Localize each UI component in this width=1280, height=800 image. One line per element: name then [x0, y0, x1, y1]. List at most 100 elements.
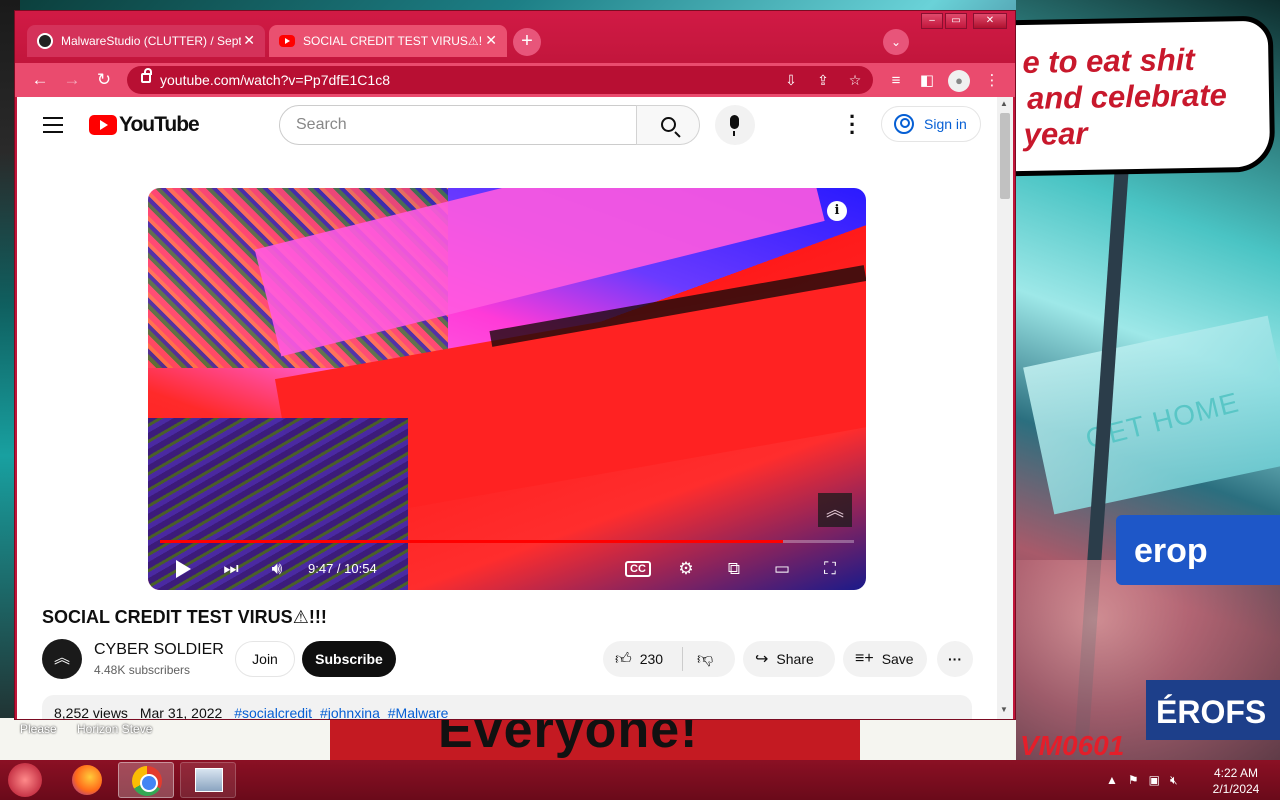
- taskbar-chrome[interactable]: [118, 762, 174, 798]
- desktop-icon-label[interactable]: Horizon Steve: [77, 722, 152, 736]
- back-arrow-icon[interactable]: ←: [29, 69, 51, 91]
- captions-label: CC: [625, 561, 651, 577]
- desktop-wallpaper-right: GET HOME erop ÉROFS e to eat shit and ce…: [1016, 0, 1280, 760]
- progress-fill: [160, 540, 784, 543]
- scroll-thumb[interactable]: [1000, 113, 1010, 199]
- dislike-button[interactable]: 👎︎: [683, 650, 713, 669]
- settings-dots-icon[interactable]: · · ·: [849, 106, 856, 144]
- volume-icon[interactable]: 🔊︎: [264, 556, 290, 582]
- save-button[interactable]: ≡+ Save: [843, 641, 927, 677]
- taskbar-clock[interactable]: 4:22 AM 2/1/2024: [1206, 765, 1266, 797]
- progress-bar[interactable]: [160, 540, 854, 543]
- tab-youtube-active[interactable]: SOCIAL CREDIT TEST VIRUS⚠!!! - ✕: [269, 25, 507, 57]
- hamburger-menu-icon[interactable]: [43, 117, 63, 133]
- voice-search-button[interactable]: [715, 105, 755, 145]
- youtube-favicon-icon: [279, 35, 295, 47]
- taskbar-app[interactable]: [180, 762, 236, 798]
- upload-date: Mar 31, 2022: [139, 705, 223, 719]
- media-controls-icon[interactable]: ≡: [885, 70, 907, 92]
- browser-window: MalwareStudio (CLUTTER) / Sept... ✕ SOCI…: [14, 10, 1016, 720]
- install-app-icon[interactable]: ⇩: [781, 70, 801, 90]
- search-input[interactable]: Search: [279, 105, 637, 145]
- like-button[interactable]: 👍︎ 230: [603, 647, 683, 671]
- chrome-icon: [132, 766, 162, 796]
- youtube-page: YouTube Search · · · Sign in i ︽ ⏭ 🔊︎ 9:…: [17, 97, 997, 719]
- speech-bubble-text: e to eat shit and celebrate year: [1022, 41, 1228, 153]
- subscribe-button[interactable]: Subscribe: [302, 641, 396, 677]
- reload-icon[interactable]: ↻: [93, 69, 115, 91]
- firefox-icon: [72, 765, 102, 795]
- hashtag-link[interactable]: #johnxina: [320, 705, 380, 719]
- tab-github[interactable]: MalwareStudio (CLUTTER) / Sept... ✕: [27, 25, 265, 57]
- playlist-add-icon: ≡+: [855, 650, 874, 667]
- share-button[interactable]: ↪ Share: [743, 641, 835, 677]
- channel-avatar[interactable]: ︽: [42, 639, 82, 679]
- miniplayer-icon[interactable]: ⧉: [721, 556, 747, 582]
- address-bar[interactable]: youtube.com/watch?v=Pp7dfE1C1c8 ⇩ ⇪ ☆: [127, 66, 873, 94]
- user-circle-icon: [894, 114, 914, 134]
- wallpaper-sign-text: erop: [1134, 532, 1208, 570]
- new-tab-button[interactable]: +: [513, 28, 541, 56]
- description-box[interactable]: 8,252 views Mar 31, 2022 #socialcredit #…: [42, 695, 972, 719]
- thumbs-down-icon: 👎︎: [697, 650, 714, 668]
- close-window-button[interactable]: ✕: [973, 13, 1007, 29]
- like-count: 230: [639, 651, 664, 667]
- theater-mode-icon[interactable]: ▭: [769, 556, 795, 582]
- tab-label: MalwareStudio (CLUTTER) / Sept...: [61, 34, 241, 48]
- taskbar: ▲ ⚑ ▣ 🔇︎ 4:22 AM 2/1/2024: [0, 760, 1280, 800]
- video-player[interactable]: i ︽ ⏭ 🔊︎ 9:47 / 10:54 CC ⚙ ⧉ ▭ ⛶: [148, 188, 866, 590]
- more-actions-button[interactable]: ···: [937, 641, 973, 677]
- play-icon[interactable]: [170, 556, 196, 582]
- captions-icon[interactable]: CC: [625, 556, 651, 582]
- github-icon: [37, 33, 53, 49]
- hashtag-link[interactable]: #Malware: [388, 705, 449, 719]
- volume-muted-icon[interactable]: 🔇︎: [1170, 773, 1178, 788]
- page-scrollbar[interactable]: ▲ ▼: [997, 97, 1013, 719]
- share-label: Share: [776, 651, 814, 667]
- speech-line-3: year: [1023, 115, 1088, 152]
- side-panel-icon[interactable]: ◧: [916, 70, 938, 92]
- speech-bubble: e to eat shit and celebrate year: [1016, 15, 1276, 177]
- fullscreen-icon[interactable]: ⛶: [817, 556, 843, 582]
- maximize-button[interactable]: ▭: [945, 13, 967, 29]
- scroll-up-arrow-icon[interactable]: ▲: [1000, 99, 1008, 108]
- hashtag-link[interactable]: #socialcredit: [234, 705, 312, 719]
- profile-avatar-icon[interactable]: ●: [948, 70, 970, 92]
- browser-toolbar: ← → ↻ youtube.com/watch?v=Pp7dfE1C1c8 ⇩ …: [15, 63, 1015, 97]
- desktop-icon-label[interactable]: Please: [20, 722, 57, 736]
- close-tab-icon[interactable]: ✕: [243, 32, 255, 49]
- next-video-icon[interactable]: ⏭: [218, 556, 244, 582]
- lock-icon[interactable]: [141, 68, 152, 83]
- share-arrow-icon: ↪: [755, 651, 769, 668]
- system-tray: ▲ ⚑ ▣ 🔇︎: [1106, 760, 1188, 800]
- speech-line-1: e to eat shit: [1022, 41, 1195, 80]
- scroll-down-arrow-icon[interactable]: ▼: [1000, 705, 1008, 714]
- channel-name[interactable]: CYBER SOLDIER: [94, 641, 224, 659]
- minimize-button[interactable]: –: [921, 13, 943, 29]
- tab-search-chevron-icon[interactable]: ⌄: [883, 29, 909, 55]
- tab-label: SOCIAL CREDIT TEST VIRUS⚠!!! -: [303, 34, 483, 48]
- action-center-flag-icon[interactable]: ⚑: [1128, 773, 1139, 787]
- wallpaper-sign-text-2: ÉROFS: [1156, 694, 1267, 730]
- video-title: SOCIAL CREDIT TEST VIRUS⚠!!!: [42, 607, 327, 627]
- youtube-logo[interactable]: YouTube: [89, 113, 200, 137]
- bookmark-star-icon[interactable]: ☆: [845, 70, 865, 90]
- info-icon[interactable]: i: [827, 201, 847, 221]
- show-hidden-icons-icon[interactable]: ▲: [1106, 773, 1118, 787]
- share-page-icon[interactable]: ⇪: [813, 70, 833, 90]
- search-button[interactable]: [636, 105, 700, 145]
- close-tab-icon[interactable]: ✕: [485, 32, 497, 49]
- view-count: 8,252 views: [54, 705, 128, 719]
- taskbar-firefox[interactable]: [60, 762, 116, 798]
- channel-watermark-icon[interactable]: ︽: [818, 493, 852, 527]
- sign-in-label: Sign in: [924, 116, 967, 132]
- gear-icon[interactable]: ⚙: [673, 556, 699, 582]
- browser-menu-icon[interactable]: ⋮: [981, 70, 1003, 92]
- forward-arrow-icon[interactable]: →: [61, 69, 83, 91]
- join-button[interactable]: Join: [235, 641, 295, 677]
- network-icon[interactable]: ▣: [1149, 773, 1160, 787]
- url-text[interactable]: youtube.com/watch?v=Pp7dfE1C1c8: [160, 72, 390, 88]
- start-button[interactable]: [8, 763, 42, 797]
- sign-in-button[interactable]: Sign in: [881, 106, 981, 142]
- thumbs-up-icon: 👍︎: [615, 650, 632, 668]
